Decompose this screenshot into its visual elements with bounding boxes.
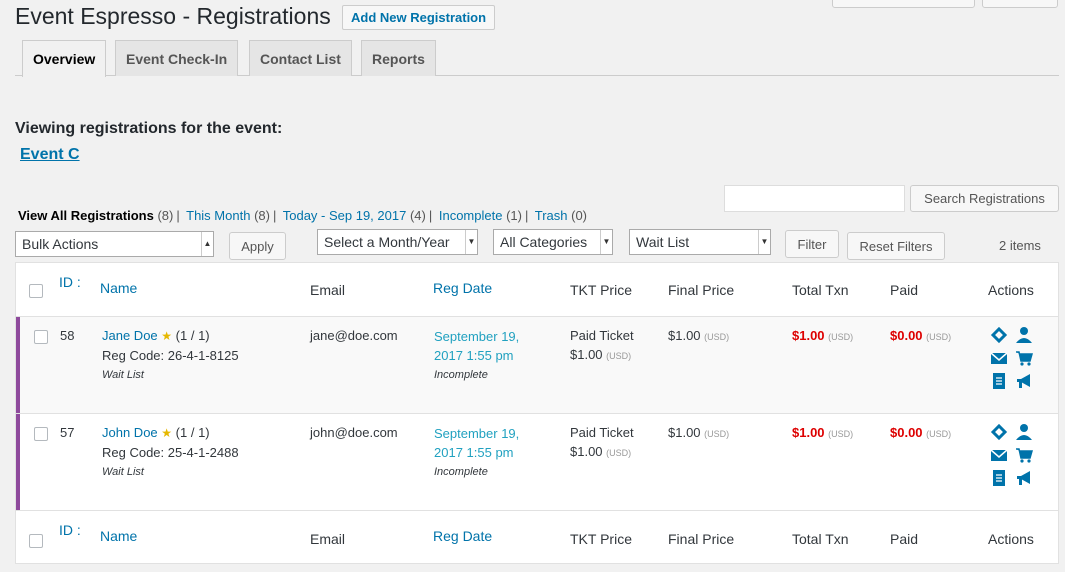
email: john@doe.com — [310, 425, 398, 440]
chevron-down-icon: ▲ — [201, 232, 213, 256]
column-tkt-price: TKT Price — [570, 282, 632, 298]
reg-date-link[interactable]: September 19, 2017 1:55 pm — [434, 424, 519, 462]
reg-status: Wait List — [102, 466, 144, 478]
reset-filters-button[interactable]: Reset Filters — [847, 232, 945, 260]
ticket-name: Paid Ticket — [570, 425, 634, 440]
reg-status: Wait List — [102, 369, 144, 381]
envelope-icon[interactable] — [990, 446, 1008, 464]
final-price: $1.00 (USD) — [668, 425, 730, 440]
page-title: Event Espresso - Registrations — [15, 3, 331, 29]
status-bar — [16, 317, 20, 413]
categories-select[interactable]: All Categories ▼ — [493, 229, 613, 255]
bulk-actions-select[interactable]: Bulk Actions ▲ — [15, 231, 214, 257]
column-final-price: Final Price — [668, 282, 735, 298]
registrations-table: ID : Name Email Reg Date TKT Price Final… — [15, 262, 1059, 564]
cart-icon[interactable] — [1015, 349, 1033, 367]
chevron-down-icon: ▼ — [758, 230, 770, 254]
ticket-icon[interactable] — [990, 326, 1008, 344]
row-checkbox[interactable] — [34, 427, 48, 441]
nav-tabs: Overview Event Check-In Contact List Rep… — [15, 40, 1059, 77]
megaphone-icon[interactable] — [1015, 372, 1033, 390]
search-registrations-button[interactable]: Search Registrations — [910, 185, 1059, 212]
column-id[interactable]: ID : — [59, 274, 81, 290]
ticket-price: $1.00 (USD) — [570, 444, 632, 459]
column-total-txn: Total Txn — [792, 282, 849, 298]
select-all-checkbox[interactable] — [29, 284, 43, 298]
reg-code: Reg Code: 25-4-1-2488 — [102, 445, 239, 460]
megaphone-icon[interactable] — [1015, 469, 1033, 487]
column-email: Email — [310, 282, 346, 298]
chevron-down-icon: ▼ — [465, 230, 477, 254]
registrant-name-link[interactable]: John Doe — [102, 425, 158, 440]
txn-status: Incomplete — [434, 369, 488, 381]
column-paid-footer: Paid — [890, 531, 919, 547]
event-link[interactable]: Event C — [20, 146, 80, 164]
ticket-name: Paid Ticket — [570, 328, 634, 343]
paid-amount: $0.00 (USD) — [890, 425, 952, 440]
month-select[interactable]: Select a Month/Year ▼ — [317, 229, 478, 255]
tab-reports[interactable]: Reports — [361, 40, 436, 76]
contact-icon[interactable] — [1015, 423, 1033, 441]
column-actions: Actions — [988, 282, 1034, 298]
view-filters: View All Registrations (8) | This Month (… — [18, 208, 588, 223]
status-select[interactable]: Wait List ▼ — [629, 229, 771, 255]
search-input[interactable] — [724, 185, 905, 212]
final-price: $1.00 (USD) — [668, 328, 730, 343]
help-button[interactable] — [982, 0, 1058, 8]
ticket-price: $1.00 (USD) — [570, 347, 632, 362]
viewing-heading: Viewing registrations for the event: — [15, 120, 283, 137]
column-final-price-footer: Final Price — [668, 531, 735, 547]
chevron-down-icon: ▼ — [600, 230, 612, 254]
column-reg-date-footer[interactable]: Reg Date — [433, 528, 492, 544]
email: jane@doe.com — [310, 328, 398, 343]
table-footer: ID : Name Email Reg Date TKT Price Final… — [16, 510, 1058, 563]
select-all-checkbox-footer[interactable] — [29, 534, 43, 548]
table-row: 58 Jane Doe ★ (1 / 1) Reg Code: 26-4-1-8… — [16, 316, 1058, 413]
tab-contact-list[interactable]: Contact List — [249, 40, 352, 76]
tab-event-check-in[interactable]: Event Check-In — [115, 40, 239, 76]
column-paid: Paid — [890, 282, 919, 298]
column-total-txn-footer: Total Txn — [792, 531, 849, 547]
txn-status: Incomplete — [434, 466, 488, 478]
row-checkbox[interactable] — [34, 330, 48, 344]
contact-icon[interactable] — [1015, 326, 1033, 344]
reg-code: Reg Code: 26-4-1-8125 — [102, 348, 239, 363]
registrant-name-link[interactable]: Jane Doe — [102, 328, 158, 343]
total-txn: $1.00 (USD) — [792, 328, 854, 343]
this-month-link[interactable]: This Month — [186, 208, 250, 223]
column-id-footer[interactable]: ID : — [59, 522, 81, 538]
invoice-icon[interactable] — [990, 372, 1008, 390]
table-row: 57 John Doe ★ (1 / 1) Reg Code: 25-4-1-2… — [16, 413, 1058, 510]
incomplete-link[interactable]: Incomplete — [439, 208, 503, 223]
reg-date-link[interactable]: September 19, 2017 1:55 pm — [434, 327, 519, 365]
filter-button[interactable]: Filter — [785, 230, 839, 258]
today-link[interactable]: Today - Sep 19, 2017 — [283, 208, 407, 223]
column-actions-footer: Actions — [988, 531, 1034, 547]
column-tkt-price-footer: TKT Price — [570, 531, 632, 547]
reg-id: 57 — [60, 425, 75, 440]
column-name[interactable]: Name — [100, 280, 137, 296]
apply-button[interactable]: Apply — [229, 232, 286, 260]
cart-icon[interactable] — [1015, 446, 1033, 464]
status-bar — [16, 414, 20, 510]
envelope-icon[interactable] — [990, 349, 1008, 367]
trash-link[interactable]: Trash — [535, 208, 568, 223]
tab-overview[interactable]: Overview — [22, 40, 107, 77]
invoice-icon[interactable] — [990, 469, 1008, 487]
screen-options-button[interactable] — [832, 0, 975, 8]
paid-amount: $0.00 (USD) — [890, 328, 952, 343]
column-name-footer[interactable]: Name — [100, 528, 137, 544]
reg-id: 58 — [60, 328, 75, 343]
total-txn: $1.00 (USD) — [792, 425, 854, 440]
view-all-link[interactable]: View All Registrations — [18, 208, 154, 223]
primary-star-icon: ★ — [161, 426, 173, 440]
items-count: 2 items — [999, 238, 1041, 253]
column-reg-date[interactable]: Reg Date — [433, 280, 492, 296]
ticket-icon[interactable] — [990, 423, 1008, 441]
add-new-registration-button[interactable]: Add New Registration — [342, 5, 496, 30]
column-email-footer: Email — [310, 531, 346, 547]
primary-star-icon: ★ — [161, 329, 173, 343]
